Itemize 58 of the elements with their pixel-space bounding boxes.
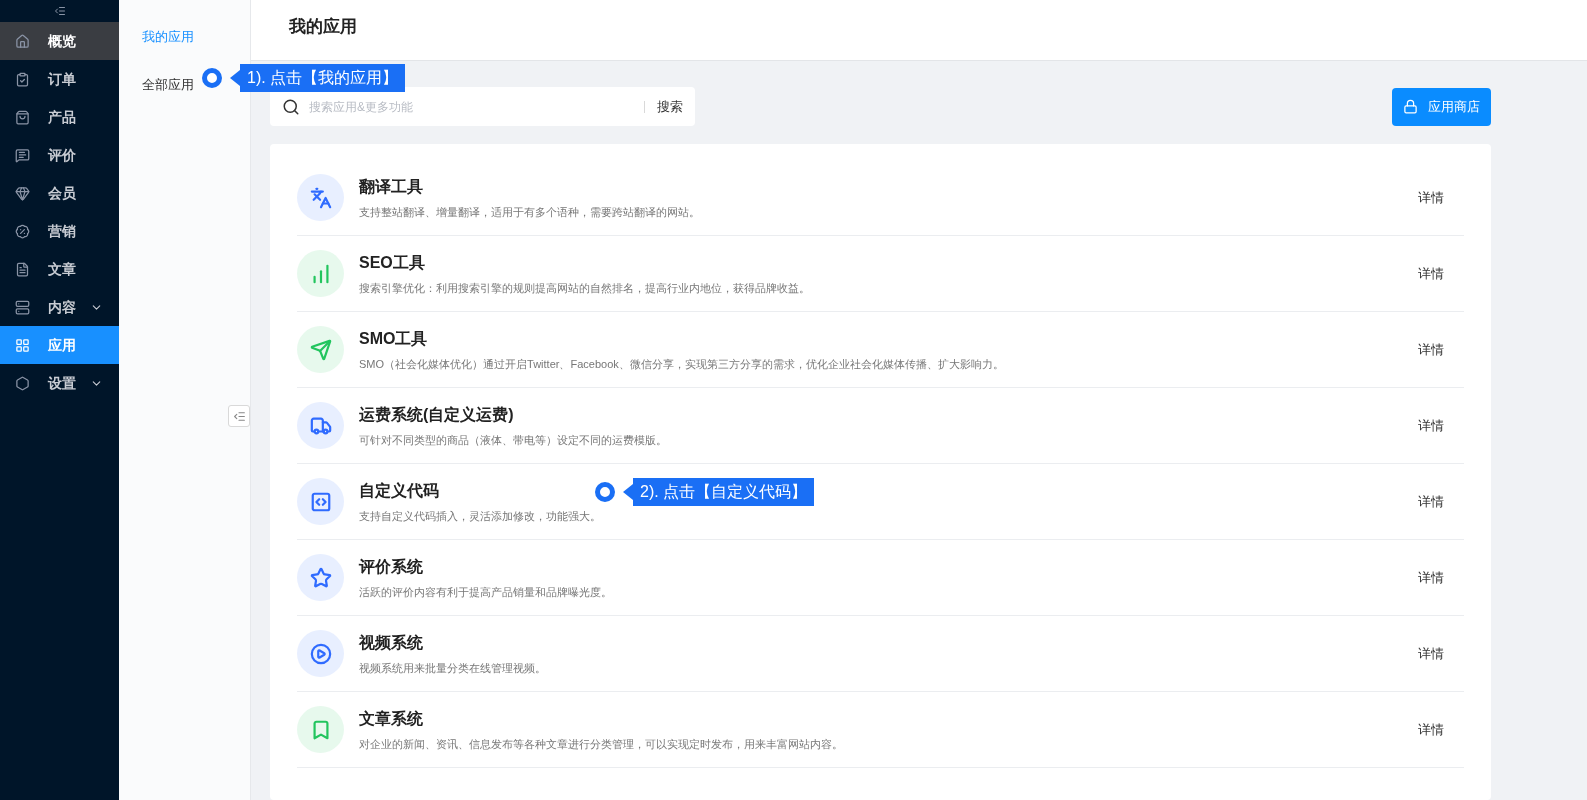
hexagon-icon <box>15 375 30 391</box>
app-description: 活跃的评价内容有利于提高产品销量和品牌曝光度。 <box>359 584 612 600</box>
message-icon <box>15 147 30 163</box>
sidebar-item[interactable]: 文章 <box>0 250 119 288</box>
star-icon <box>309 566 332 589</box>
search-icon <box>282 97 300 116</box>
app-title: 翻译工具 <box>359 176 423 197</box>
gem-icon <box>15 185 30 201</box>
app-description: 搜索引擎优化：利用搜索引擎的规则提高网站的自然排名，提高行业内地位，获得品牌收益。 <box>359 280 810 296</box>
app-description: 可针对不同类型的商品（液体、带电等）设定不同的运费模版。 <box>359 432 667 448</box>
sidebar-item[interactable]: 营销 <box>0 212 119 250</box>
details-link[interactable]: 详情 <box>1418 643 1444 664</box>
details-link[interactable]: 详情 <box>1418 415 1444 436</box>
sidebar-item[interactable]: 概览 <box>0 22 119 60</box>
paper-plane-icon <box>309 338 332 361</box>
lock-icon <box>1403 99 1418 114</box>
translate-icon <box>309 186 332 209</box>
details-link[interactable]: 详情 <box>1418 187 1444 208</box>
sidebar-item[interactable]: 内容 <box>0 288 119 326</box>
sidebar-item[interactable]: 产品 <box>0 98 119 136</box>
clipboard-icon <box>15 71 30 87</box>
percent-badge-icon <box>15 223 30 239</box>
sidebar-item[interactable]: 订单 <box>0 60 119 98</box>
collapse-toggle[interactable] <box>228 405 250 427</box>
app-description: 支持整站翻译、增量翻译，适用于有多个语种，需要跨站翻译的网站。 <box>359 204 700 220</box>
details-link[interactable]: 详情 <box>1418 719 1444 740</box>
search-button[interactable]: 搜索 <box>657 96 683 117</box>
sidebar-item[interactable]: 评价 <box>0 136 119 174</box>
app-title: 视频系统 <box>359 632 423 653</box>
code-icon <box>309 490 332 513</box>
document-icon <box>15 261 30 277</box>
details-link[interactable]: 详情 <box>1418 263 1444 284</box>
play-icon <box>309 642 332 665</box>
app-title: 自定义代码 <box>359 480 439 501</box>
collapse-icon <box>232 409 246 423</box>
details-link[interactable]: 详情 <box>1418 567 1444 588</box>
app-title: SMO工具 <box>359 328 428 349</box>
details-link[interactable]: 详情 <box>1418 339 1444 360</box>
grid-icon <box>15 337 30 353</box>
app-title: SEO工具 <box>359 252 425 273</box>
search-field[interactable]: 搜索应用&更多功能 搜索 <box>270 87 695 126</box>
app-description: SMO（社会化媒体优化）通过开启Twitter、Facebook、微信分享，实现第三方分享的需求，优化企业社会化媒体传播、扩大影响力。 <box>359 356 1004 372</box>
callout-label: 2). 点击【自定义代码】 <box>633 478 815 506</box>
collapse-icon[interactable] <box>53 5 66 17</box>
app-description: 对企业的新闻、资讯、信息发布等各种文章进行分类管理，可以实现定时发布，用来丰富网站内容。 <box>359 736 843 752</box>
sidebar-item[interactable]: 会员 <box>0 174 119 212</box>
sidebar-item[interactable]: 设置 <box>0 364 119 402</box>
app-description: 支持自定义代码插入，灵活添加修改，功能强大。 <box>359 508 601 524</box>
app-title: 文章系统 <box>359 708 423 729</box>
app-description: 视频系统用来批量分类在线管理视频。 <box>359 660 546 676</box>
callout-label: 1). 点击【我的应用】 <box>240 64 406 92</box>
bag-icon <box>15 109 30 125</box>
home-icon <box>15 33 30 49</box>
page-title: 我的应用 <box>289 16 357 38</box>
server-icon <box>15 299 30 315</box>
app-title: 评价系统 <box>359 556 423 577</box>
details-link[interactable]: 详情 <box>1418 491 1444 512</box>
app-title: 运费系统(自定义运费) <box>359 404 514 425</box>
